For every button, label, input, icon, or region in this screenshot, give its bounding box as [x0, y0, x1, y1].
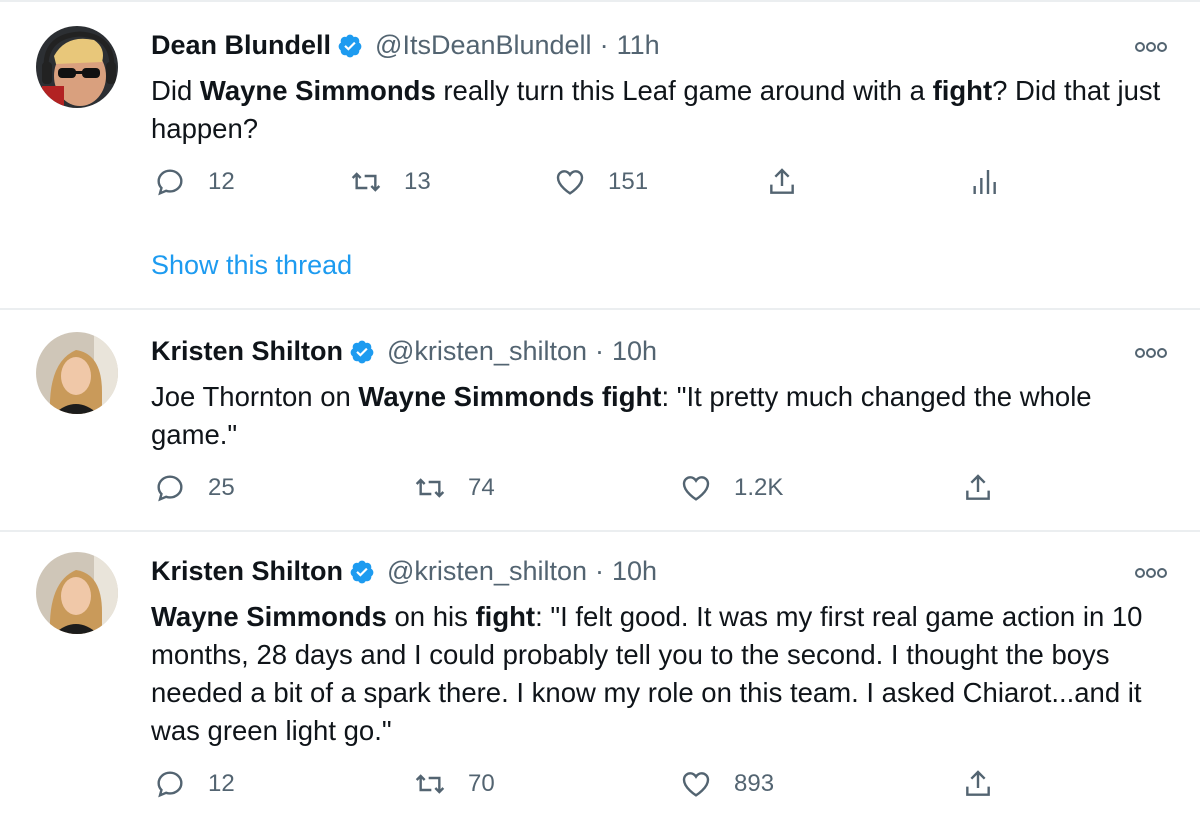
tweet[interactable]: Dean Blundell @ItsDeanBlundell · 11h Did…	[0, 0, 1200, 310]
like-count: 893	[734, 770, 775, 797]
author-handle[interactable]: @kristen_shilton	[387, 556, 587, 587]
tweet[interactable]: Kristen Shilton @kristen_shilton · 10h J…	[0, 310, 1200, 532]
analytics-icon	[973, 170, 996, 194]
tweet-text-bold: Wayne Simmonds fight	[358, 381, 662, 412]
share-button[interactable]	[962, 472, 1016, 504]
tweet-text-segment: Did	[151, 75, 200, 106]
timestamp[interactable]: 10h	[612, 336, 657, 367]
reply-icon	[157, 475, 183, 502]
timestamp[interactable]: 10h	[612, 556, 657, 587]
more-icon[interactable]	[1134, 40, 1168, 54]
like-count: 1.2K	[734, 474, 784, 501]
tweet-text: Did Wayne Simmonds really turn this Leaf…	[151, 72, 1181, 148]
reply-button[interactable]: 25	[154, 472, 235, 504]
more-icon[interactable]	[1134, 566, 1168, 580]
share-icon	[966, 770, 990, 796]
tweet-header: Kristen Shilton @kristen_shilton · 10h	[151, 336, 657, 367]
tweet-actions: 25 74 1.2K	[0, 472, 1200, 512]
avatar[interactable]	[36, 552, 118, 634]
tweet[interactable]: Kristen Shilton @kristen_shilton · 10h W…	[0, 532, 1200, 828]
tweet-header: Dean Blundell @ItsDeanBlundell · 11h	[151, 30, 660, 61]
share-button[interactable]	[962, 768, 1016, 800]
like-button[interactable]: 893	[680, 768, 774, 800]
like-count: 151	[608, 168, 649, 195]
like-button[interactable]: 151	[554, 166, 648, 198]
tweet-text: Wayne Simmonds on his fight: "I felt goo…	[151, 598, 1171, 750]
like-icon	[556, 170, 584, 195]
retweet-count: 70	[468, 770, 495, 797]
tweet-text-bold: fight	[475, 601, 536, 632]
tweet-text-segment: really turn this Leaf game around with a	[435, 75, 933, 106]
like-button[interactable]: 1.2K	[680, 472, 783, 504]
author-handle[interactable]: @ItsDeanBlundell	[375, 30, 592, 61]
share-icon	[966, 474, 990, 500]
author-name[interactable]: Dean Blundell	[151, 30, 331, 61]
retweet-count: 13	[404, 168, 431, 195]
verified-badge-icon	[337, 33, 363, 59]
author-name[interactable]: Kristen Shilton	[151, 556, 343, 587]
more-icon[interactable]	[1134, 346, 1168, 360]
reply-count: 12	[208, 168, 235, 195]
verified-badge-icon	[349, 559, 375, 585]
analytics-button[interactable]	[968, 166, 1022, 198]
timestamp[interactable]: 11h	[617, 30, 660, 61]
author-handle[interactable]: @kristen_shilton	[387, 336, 587, 367]
reply-button[interactable]: 12	[154, 768, 235, 800]
retweet-count: 74	[468, 474, 495, 501]
retweet-icon	[351, 172, 381, 192]
tweet-actions: 12 13 151	[0, 166, 1200, 206]
separator: ·	[595, 336, 605, 366]
tweet-text: Joe Thornton on Wayne Simmonds fight: "I…	[151, 378, 1181, 454]
reply-icon	[157, 169, 183, 196]
show-thread-link[interactable]: Show this thread	[151, 250, 352, 281]
retweet-icon	[415, 478, 445, 498]
avatar[interactable]	[36, 332, 118, 414]
separator: ·	[595, 556, 605, 586]
avatar[interactable]	[36, 26, 118, 108]
tweet-actions: 12 70 893	[0, 768, 1200, 808]
reply-icon	[157, 771, 183, 798]
tweet-text-segment: Joe Thornton on	[151, 381, 359, 412]
tweet-text-bold: Wayne Simmonds	[199, 75, 436, 106]
tweet-header: Kristen Shilton @kristen_shilton · 10h	[151, 556, 657, 587]
reply-count: 12	[208, 770, 235, 797]
tweet-text-bold: fight	[932, 75, 993, 106]
retweet-button[interactable]: 74	[414, 472, 495, 504]
tweet-text-bold: Wayne Simmonds	[151, 601, 387, 632]
reply-button[interactable]: 12	[154, 166, 235, 198]
author-name[interactable]: Kristen Shilton	[151, 336, 343, 367]
reply-count: 25	[208, 474, 235, 501]
like-icon	[682, 772, 710, 797]
separator: ·	[599, 30, 609, 60]
share-button[interactable]	[766, 166, 820, 198]
verified-badge-icon	[349, 339, 375, 365]
retweet-button[interactable]: 70	[414, 768, 495, 800]
tweet-text-segment: on his	[386, 601, 476, 632]
share-icon	[770, 168, 794, 194]
retweet-button[interactable]: 13	[350, 166, 431, 198]
like-icon	[682, 476, 710, 501]
retweet-icon	[415, 774, 445, 794]
